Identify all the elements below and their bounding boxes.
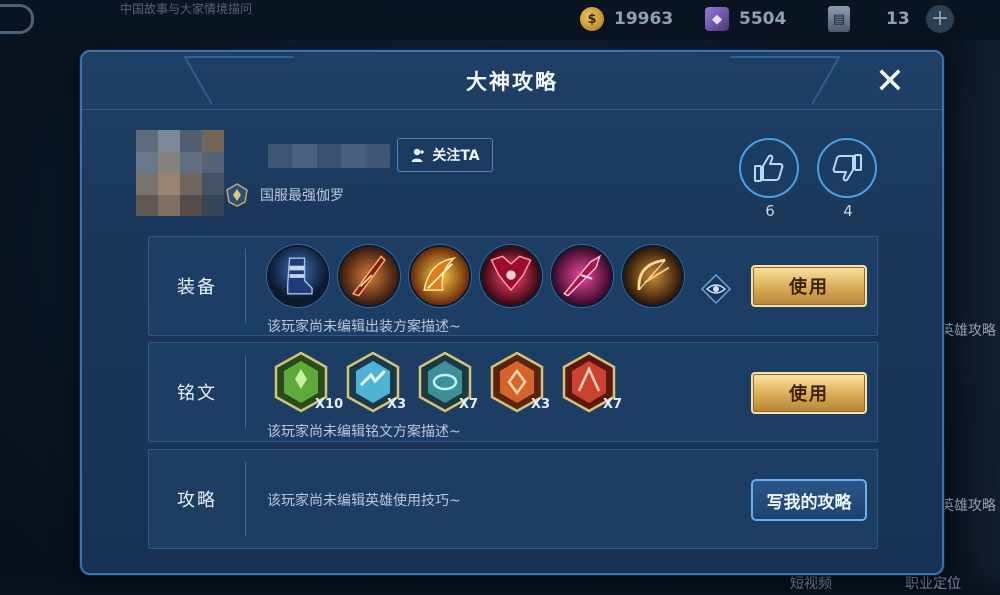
diamond-resource: ◆ 5504 bbox=[705, 6, 786, 32]
thumbs-down-icon bbox=[832, 154, 862, 182]
close-icon: ✕ bbox=[874, 61, 906, 102]
side-label-guide-2: 英雄攻略 bbox=[940, 498, 996, 514]
ticket-icon: ▤ bbox=[828, 6, 850, 32]
rune-quantity: X7 bbox=[459, 397, 479, 412]
ticket-value: 13 bbox=[886, 9, 910, 29]
green-rune-icon[interactable]: X10 bbox=[267, 351, 343, 413]
guide-panel: 攻略 该玩家尚未编辑英雄使用技巧~ 写我的攻略 bbox=[148, 449, 878, 549]
bottom-label-video: 短视频 bbox=[790, 576, 832, 592]
rune-use-button[interactable]: 使用 bbox=[751, 372, 867, 414]
rune-list: X10 X3 X7 X3 X7 bbox=[267, 351, 627, 413]
eye-icon bbox=[700, 273, 732, 305]
side-label-guide: 英雄攻略 bbox=[940, 323, 996, 339]
rune-quantity: X3 bbox=[531, 397, 551, 412]
background-title: 中国故事与大家情境描问 bbox=[120, 2, 253, 16]
follow-button[interactable]: 关注TA bbox=[397, 138, 493, 172]
diamond-icon: ◆ bbox=[705, 7, 729, 31]
equipment-label: 装备 bbox=[177, 277, 217, 298]
close-button[interactable]: ✕ bbox=[872, 64, 908, 100]
equipment-list bbox=[267, 245, 684, 307]
diamond-value: 5504 bbox=[739, 9, 787, 29]
username-blurred bbox=[268, 144, 391, 168]
guide-modal: 大神攻略 ✕ 关注TA 国服最强伽罗 6 4 装备 使用 该玩家尚未编辑出装方案… bbox=[80, 50, 944, 575]
back-button[interactable] bbox=[0, 4, 34, 34]
modal-header: 大神攻略 ✕ bbox=[82, 52, 942, 110]
gold-value: 19963 bbox=[614, 9, 674, 29]
modal-title: 大神攻略 bbox=[466, 70, 558, 94]
gold-resource: $ 19963 bbox=[580, 6, 673, 32]
write-guide-button[interactable]: 写我的攻略 bbox=[751, 479, 867, 521]
equipment-description: 该玩家尚未编辑出装方案描述~ bbox=[267, 319, 461, 335]
dislike-vote: 4 bbox=[817, 138, 879, 220]
orange-rune-icon[interactable]: X3 bbox=[483, 351, 555, 413]
dislike-button[interactable] bbox=[817, 138, 877, 198]
red-rune-icon[interactable]: X7 bbox=[555, 351, 627, 413]
rune-quantity: X7 bbox=[603, 397, 623, 412]
thumbs-up-icon bbox=[754, 154, 784, 182]
follow-label: 关注TA bbox=[432, 148, 480, 164]
gold-coin-icon: $ bbox=[580, 7, 604, 31]
boots-icon[interactable] bbox=[267, 245, 329, 307]
guide-label: 攻略 bbox=[177, 490, 217, 511]
demon-wings-icon[interactable] bbox=[480, 245, 542, 307]
rune-quantity: X3 bbox=[387, 397, 407, 412]
panel-divider bbox=[245, 355, 246, 429]
add-resource-button[interactable]: + bbox=[926, 5, 954, 33]
panel-divider bbox=[245, 462, 246, 536]
rune-description: 该玩家尚未编辑铭文方案描述~ bbox=[267, 424, 461, 440]
rank-badge-icon bbox=[226, 183, 248, 207]
cyan-rune-icon[interactable]: X3 bbox=[339, 351, 411, 413]
teal-rune-icon[interactable]: X7 bbox=[411, 351, 483, 413]
person-add-icon bbox=[411, 148, 425, 162]
rune-panel: 铭文 X10 X3 X7 X3 X7 使用 该玩家尚未编辑铭文方案描述~ bbox=[148, 342, 878, 442]
preview-button[interactable] bbox=[700, 273, 732, 305]
golden-bow-icon[interactable] bbox=[622, 245, 684, 307]
user-description: 国服最强伽罗 bbox=[260, 188, 344, 204]
blade-icon[interactable] bbox=[338, 245, 400, 307]
equipment-use-button[interactable]: 使用 bbox=[751, 265, 867, 307]
avatar[interactable] bbox=[136, 130, 224, 216]
like-count: 6 bbox=[765, 202, 775, 220]
top-resource-bar: 中国故事与大家情境描问 $ 19963 ◆ 5504 ▤ 13 + bbox=[0, 0, 1000, 40]
bottom-label-role: 职业定位 bbox=[905, 576, 961, 592]
rune-label: 铭文 bbox=[177, 383, 217, 404]
like-button[interactable] bbox=[739, 138, 799, 198]
guide-description: 该玩家尚未编辑英雄使用技巧~ bbox=[267, 493, 461, 509]
equipment-panel: 装备 使用 该玩家尚未编辑出装方案描述~ bbox=[148, 236, 878, 336]
crimson-spear-icon[interactable] bbox=[551, 245, 613, 307]
panel-divider bbox=[245, 249, 246, 323]
like-vote: 6 bbox=[739, 138, 801, 220]
ticket-resource: ▤ 13 bbox=[828, 6, 910, 32]
fire-bow-icon[interactable] bbox=[409, 245, 471, 307]
side-menu-background: 英雄攻略 英雄攻略 bbox=[940, 40, 1000, 595]
dislike-count: 4 bbox=[843, 202, 853, 220]
